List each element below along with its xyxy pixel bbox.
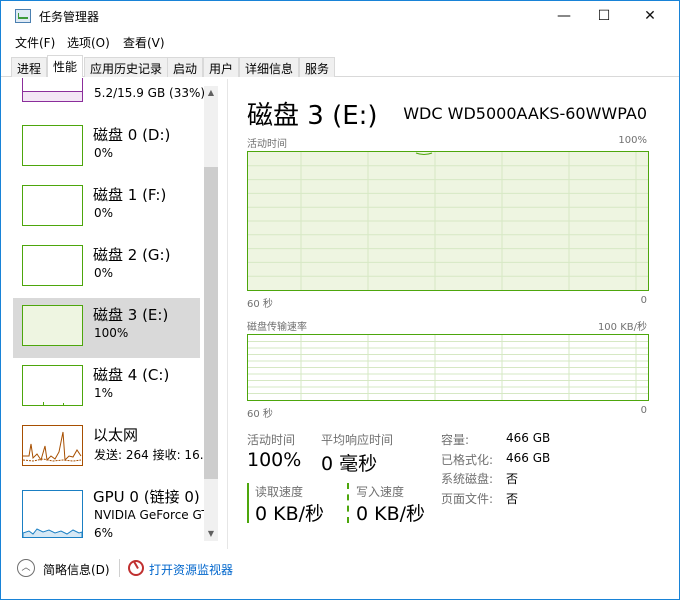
resource-sub: 发送: 264 接收: 16.0 xyxy=(94,448,212,462)
avg-response-label: 平均响应时间 xyxy=(321,433,394,447)
write-speed-indicator xyxy=(347,483,349,523)
disk1-thumbnail xyxy=(22,185,83,226)
memory-thumbnail xyxy=(22,78,83,102)
resource-item-disk0[interactable]: 磁盘 0 (D:) 0% xyxy=(13,118,200,178)
resource-item-disk1[interactable]: 磁盘 1 (F:) 0% xyxy=(13,178,200,238)
graph2-time-left: 60 秒 xyxy=(247,409,273,420)
resource-sub: 0% xyxy=(94,266,114,280)
ethernet-thumbnail xyxy=(22,425,83,466)
task-manager-icon xyxy=(15,9,31,23)
graph1-time-right: 0 xyxy=(640,295,647,306)
resource-item-ethernet[interactable]: 以太网 发送: 264 接收: 16.0 xyxy=(13,418,211,478)
system-disk-value: 否 xyxy=(506,472,519,486)
resource-name: 磁盘 0 (D:) xyxy=(93,126,171,144)
resource-item-disk3[interactable]: 磁盘 3 (E:) 100% xyxy=(13,298,200,358)
graph1-max: 100% xyxy=(618,135,647,146)
active-time-label: 活动时间 xyxy=(247,433,296,447)
write-speed-value: 0 KB/秒 xyxy=(356,503,426,525)
title-bar: 任务管理器 — ☐ ✕ xyxy=(1,1,679,31)
resource-monitor-icon[interactable] xyxy=(128,560,144,576)
menu-options[interactable]: 选项(O) xyxy=(67,34,110,51)
transfer-grid xyxy=(248,335,648,400)
graph2-time-right: 0 xyxy=(640,405,647,416)
resource-name: 磁盘 3 (E:) xyxy=(93,306,169,324)
disk-model: WDC WD5000AAKS-60WWPA0 xyxy=(403,104,647,123)
system-disk-label: 系统磁盘: xyxy=(441,472,494,486)
read-speed-label: 读取速度 xyxy=(255,485,304,499)
graph1-time-left: 60 秒 xyxy=(247,299,273,310)
disk-title: 磁盘 3 (E:) xyxy=(247,101,378,131)
tab-services[interactable]: 服务 xyxy=(299,57,336,77)
graph2-max: 100 KB/秒 xyxy=(597,322,647,333)
disk2-thumbnail xyxy=(22,245,83,286)
open-resource-monitor-link[interactable]: 打开资源监视器 xyxy=(149,561,233,578)
resource-sub: 0% xyxy=(94,146,114,160)
disk3-thumbnail xyxy=(22,305,83,346)
tab-processes[interactable]: 进程 xyxy=(11,57,48,77)
chevron-up-icon[interactable]: ︿ xyxy=(17,559,35,577)
resource-sub: 1% xyxy=(94,386,114,400)
tab-startup[interactable]: 启动 xyxy=(167,57,204,77)
formatted-label: 已格式化: xyxy=(441,453,494,467)
menu-view[interactable]: 查看(V) xyxy=(123,34,165,51)
footer-separator xyxy=(119,559,120,577)
tab-bar: 进程 性能 应用历史记录 启动 用户 详细信息 服务 xyxy=(1,55,679,77)
resource-list-scrollbar[interactable]: ▲ ▼ xyxy=(204,86,218,541)
close-button[interactable]: ✕ xyxy=(627,1,673,31)
scroll-up-arrow-icon[interactable]: ▲ xyxy=(204,86,218,100)
footer: ︿ 简略信息(D) 打开资源监视器 xyxy=(1,551,679,591)
task-manager-window: 任务管理器 — ☐ ✕ 文件(F) 选项(O) 查看(V) 进程 性能 应用历史… xyxy=(0,0,680,600)
maximize-button[interactable]: ☐ xyxy=(581,1,627,31)
read-speed-indicator xyxy=(247,483,249,523)
page-file-value: 否 xyxy=(506,492,519,506)
graph2-label: 磁盘传输速率 xyxy=(247,322,307,333)
avg-response-value: 0 毫秒 xyxy=(321,453,378,475)
window-title: 任务管理器 xyxy=(39,10,100,24)
fewer-details-button[interactable]: 简略信息(D) xyxy=(43,561,110,578)
scroll-thumb[interactable] xyxy=(204,167,218,479)
capacity-label: 容量: xyxy=(441,433,470,447)
resource-name: GPU 0 (链接 0) xyxy=(93,488,200,506)
resource-item-gpu0[interactable]: GPU 0 (链接 0) NVIDIA GeForce GT 6% xyxy=(13,478,209,547)
resource-sub: NVIDIA GeForce GT xyxy=(94,508,209,522)
panel-divider xyxy=(227,79,228,549)
resource-sub: 100% xyxy=(94,326,129,340)
ethernet-sparkline xyxy=(22,431,82,462)
capacity-value: 466 GB xyxy=(506,431,551,445)
disk0-thumbnail xyxy=(22,125,83,166)
gpu-thumbnail xyxy=(22,490,83,538)
tab-users[interactable]: 用户 xyxy=(203,57,240,77)
activity-graph xyxy=(247,151,649,291)
scroll-down-arrow-icon[interactable]: ▼ xyxy=(204,527,218,541)
gpu-sparkline xyxy=(22,528,83,537)
write-speed-label: 写入速度 xyxy=(356,485,405,499)
tab-details[interactable]: 详细信息 xyxy=(239,57,300,77)
transfer-rate-graph xyxy=(247,334,649,401)
resource-sub: 0% xyxy=(94,206,114,220)
resource-item-memory[interactable]: 5.2/15.9 GB (33%) xyxy=(13,78,205,114)
resource-sub: 5.2/15.9 GB (33%) xyxy=(94,86,206,100)
resource-item-disk2[interactable]: 磁盘 2 (G:) 0% xyxy=(13,238,200,298)
resource-name: 磁盘 2 (G:) xyxy=(93,246,171,264)
resource-sub2: 6% xyxy=(94,526,114,540)
menu-file[interactable]: 文件(F) xyxy=(15,34,55,51)
disk4-thumbnail xyxy=(22,365,83,406)
resource-name: 磁盘 1 (F:) xyxy=(93,186,167,204)
tab-performance[interactable]: 性能 xyxy=(47,55,84,77)
activity-grid xyxy=(248,152,648,290)
active-time-value: 100% xyxy=(247,449,302,471)
resource-item-disk4[interactable]: 磁盘 4 (C:) 1% xyxy=(13,358,200,418)
resource-name: 磁盘 4 (C:) xyxy=(93,366,170,384)
resource-name: 以太网 xyxy=(93,426,139,444)
page-file-label: 页面文件: xyxy=(441,492,494,506)
graph1-label: 活动时间 xyxy=(247,139,287,150)
tab-app-history[interactable]: 应用历史记录 xyxy=(84,57,169,77)
read-speed-value: 0 KB/秒 xyxy=(255,503,325,525)
formatted-value: 466 GB xyxy=(506,451,551,465)
menu-bar: 文件(F) 选项(O) 查看(V) xyxy=(1,31,679,53)
resource-list: 5.2/15.9 GB (33%) 磁盘 0 (D:) 0% 磁盘 1 (F:)… xyxy=(1,78,219,547)
